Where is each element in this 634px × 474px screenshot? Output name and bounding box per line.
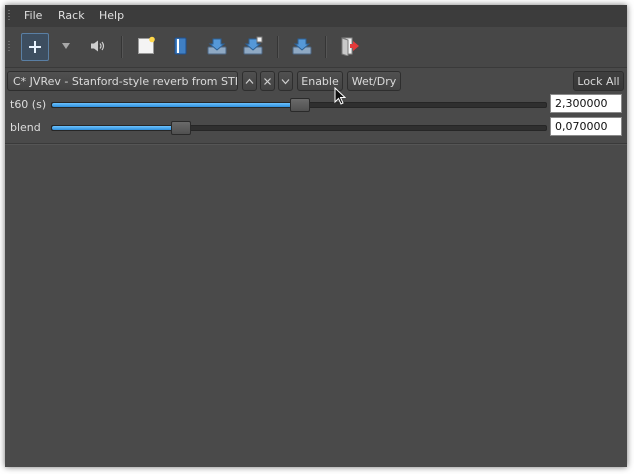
menubar-grip bbox=[8, 10, 10, 22]
save-icon bbox=[207, 38, 227, 55]
toolbar bbox=[5, 27, 627, 68]
audio-toggle-button[interactable] bbox=[85, 33, 111, 59]
param-row-t60: t60 (s) 2,300000 bbox=[5, 94, 627, 116]
close-icon bbox=[264, 78, 271, 85]
add-plugin-dropdown[interactable] bbox=[53, 33, 79, 59]
new-button[interactable] bbox=[133, 33, 159, 59]
param-slider-t60[interactable] bbox=[51, 98, 547, 112]
open-button[interactable] bbox=[168, 33, 194, 59]
toolbar-separator bbox=[325, 36, 327, 58]
mouse-cursor-icon bbox=[334, 87, 346, 105]
remove-plugin-button[interactable] bbox=[260, 71, 275, 91]
dropdown-arrow-icon bbox=[62, 43, 70, 49]
slider-fill bbox=[52, 103, 299, 107]
open-book-icon bbox=[174, 37, 187, 55]
rack-divider bbox=[5, 143, 627, 145]
plugin-header: C* JVRev - Stanford-style reverb from ST… bbox=[5, 68, 627, 94]
menu-bar: File Rack Help bbox=[5, 5, 627, 27]
import-icon bbox=[292, 38, 312, 55]
param-label: t60 (s) bbox=[10, 98, 47, 111]
chevron-up-icon bbox=[245, 78, 254, 84]
chevron-down-icon bbox=[281, 79, 290, 85]
param-value-input-blend[interactable]: 0,070000 bbox=[550, 117, 622, 136]
menu-rack[interactable]: Rack bbox=[58, 9, 85, 23]
move-down-button[interactable] bbox=[278, 71, 293, 91]
exit-icon bbox=[341, 37, 359, 56]
slider-thumb[interactable] bbox=[171, 121, 192, 135]
new-document-icon bbox=[138, 36, 155, 54]
import-button[interactable] bbox=[289, 33, 315, 59]
add-plugin-button[interactable] bbox=[21, 33, 49, 61]
toolbar-grip bbox=[8, 41, 10, 53]
slider-fill bbox=[52, 126, 181, 130]
save-as-button[interactable] bbox=[240, 33, 266, 59]
toolbar-separator bbox=[121, 36, 123, 58]
save-button[interactable] bbox=[204, 33, 230, 59]
menu-file[interactable]: File bbox=[24, 9, 42, 23]
slider-thumb[interactable] bbox=[290, 98, 310, 112]
speaker-icon bbox=[91, 40, 105, 52]
wet-dry-toggle-button[interactable]: Wet/Dry bbox=[347, 71, 401, 91]
add-icon bbox=[29, 41, 41, 53]
param-slider-blend[interactable] bbox=[51, 121, 547, 135]
move-up-button[interactable] bbox=[242, 71, 257, 91]
param-row-blend: blend 0,070000 bbox=[5, 117, 627, 139]
save-as-icon bbox=[243, 36, 263, 55]
param-value-input-t60[interactable]: 2,300000 bbox=[550, 94, 622, 113]
toolbar-separator bbox=[277, 36, 279, 58]
lock-all-button[interactable]: Lock All bbox=[573, 71, 624, 91]
app-window: File Rack Help C* JVRev - Stanford-style… bbox=[5, 5, 627, 467]
param-label: blend bbox=[10, 121, 41, 134]
menu-help[interactable]: Help bbox=[99, 9, 124, 23]
exit-button[interactable] bbox=[337, 33, 363, 59]
plugin-name-button[interactable]: C* JVRev - Stanford-style reverb from ST… bbox=[7, 71, 238, 91]
